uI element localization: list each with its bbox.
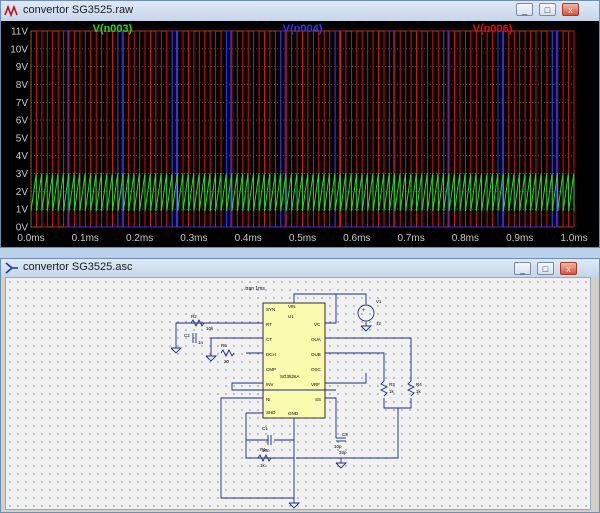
ic-pin-osc: OSC — [311, 367, 322, 372]
resistor-r4[interactable]: R4 1k — [406, 380, 422, 397]
y-tick-label: 6V — [16, 116, 29, 127]
schematic-app-icon — [5, 262, 18, 274]
tran-directive[interactable]: .tran 1ms — [244, 286, 265, 292]
y-tick-label: 3V — [16, 169, 29, 180]
ic-pin-vin: VIN — [288, 304, 296, 309]
x-tick-label: 0.1ms — [72, 233, 99, 244]
ic-pin-shd: SHD — [266, 410, 276, 415]
ic-pin-vrf: VRF — [311, 382, 320, 387]
waveform-app-icon — [4, 4, 18, 18]
y-tick-label: 8V — [16, 80, 29, 91]
ic-pin-ss: SS — [315, 397, 321, 402]
maximize-button[interactable]: □ — [537, 262, 554, 275]
y-tick-label: 11V — [11, 27, 28, 38]
y-tick-label: 7V — [16, 98, 29, 109]
schematic-window-title: convertor SG3525.asc — [23, 261, 133, 273]
x-tick-label: 0.5ms — [289, 233, 316, 244]
ic-pin-vc: VC — [314, 322, 321, 327]
svg-text:R4: R4 — [416, 382, 422, 387]
waveform-plot-pane[interactable]: 0.0ms 0.1ms 0.2ms 0.3ms 0.4ms 0.5ms 0.6ms 0.7ms… — [1, 21, 599, 247]
schematic-window[interactable]: convertor SG3525.asc _ □ x .tran 1ms VIN… — [0, 258, 600, 513]
resistor-r3[interactable]: R3 1k — [379, 380, 395, 397]
ic-pin-gnd: GND — [288, 411, 299, 416]
svg-text:C2: C2 — [184, 333, 190, 338]
schematic-drawing[interactable]: .tran 1ms VIN U1 SG3526A GND SYN RT CT D… — [6, 278, 592, 511]
x-tick-label: 0.9ms — [506, 233, 533, 244]
resistor-r2[interactable]: R2 10k — [190, 314, 214, 331]
ic-pin-oua: OUA — [311, 337, 321, 342]
series-line-Vn003 — [30, 173, 575, 212]
capacitor-c2[interactable]: C2 1n — [184, 333, 204, 345]
svg-text:10k: 10k — [206, 326, 214, 331]
svg-text:R2: R2 — [191, 314, 197, 319]
legend-label: V(n006) — [473, 23, 513, 35]
legend-label: V(n004) — [283, 23, 323, 35]
ic-ref: U1 — [288, 314, 294, 319]
schematic-titlebar[interactable]: convertor SG3525.asc _ □ x — [1, 259, 599, 277]
x-tick-label: 0.6ms — [343, 233, 370, 244]
svg-text:1k: 1k — [389, 389, 395, 394]
x-tick-label: 0.2ms — [126, 233, 153, 244]
minimize-button[interactable]: _ — [514, 262, 531, 275]
y-tick-label: 2V — [16, 187, 29, 198]
y-tick-label: 4V — [16, 151, 29, 162]
series-line-Vn006 — [35, 30, 575, 228]
x-tick-label: 0.8ms — [452, 233, 479, 244]
voltage-source-v1[interactable]: + V1 12 — [357, 299, 382, 326]
svg-text:1n: 1n — [198, 340, 204, 345]
legend-label: V(n003) — [93, 23, 133, 35]
y-tick-label: 10V — [10, 44, 28, 55]
svg-text:1k: 1k — [260, 463, 266, 468]
y-tick-label: 5V — [16, 133, 29, 144]
ic-pin-oub: OUB — [311, 352, 321, 357]
waveform-window-title: convertor SG3525.raw — [23, 4, 134, 16]
resistor-r6[interactable]: R6 20 — [220, 343, 235, 364]
ic-pin-syn: SYN — [266, 307, 275, 312]
waveform-chart[interactable]: 0.0ms 0.1ms 0.2ms 0.3ms 0.4ms 0.5ms 0.6ms 0.7ms… — [1, 21, 599, 247]
x-tick-label: 1.0ms — [560, 233, 587, 244]
y-tick-label: 0V — [16, 223, 29, 234]
ic-pin-rt: RT — [266, 322, 272, 327]
x-tick-label: 0.4ms — [235, 233, 262, 244]
svg-text:12: 12 — [376, 321, 382, 326]
ic-pin-inv: INV — [266, 382, 274, 387]
svg-text:20: 20 — [224, 359, 230, 364]
ic-part-name: SG3526A — [280, 374, 300, 379]
svg-text:10p: 10p — [334, 444, 342, 449]
close-button[interactable]: x — [562, 3, 579, 16]
y-tick-label: 9V — [16, 62, 29, 73]
x-tick-label: 0.0ms — [17, 233, 44, 244]
waveform-window[interactable]: convertor SG3525.raw _ □ x 0.0ms 0.1ms 0.2… — [0, 0, 600, 248]
svg-text:V1: V1 — [376, 299, 382, 304]
x-tick-label: 0.3ms — [180, 233, 207, 244]
close-button[interactable]: x — [560, 262, 577, 275]
svg-text:+: + — [362, 308, 366, 314]
waveform-titlebar[interactable]: convertor SG3525.raw _ □ x — [1, 1, 599, 21]
svg-text:1k: 1k — [416, 389, 422, 394]
maximize-button[interactable]: □ — [539, 3, 556, 16]
svg-text:R6: R6 — [221, 343, 227, 348]
svg-text:C3: C3 — [342, 432, 348, 437]
svg-text:R3: R3 — [389, 382, 395, 387]
svg-text:R1: R1 — [260, 447, 266, 452]
svg-text:C1: C1 — [262, 426, 268, 431]
ic-pin-cmp: CMP — [266, 367, 276, 372]
x-tick-label: 0.7ms — [397, 233, 424, 244]
minimize-button[interactable]: _ — [516, 3, 533, 16]
ic-pin-ni: NI — [266, 397, 271, 402]
schematic-canvas[interactable]: .tran 1ms VIN U1 SG3526A GND SYN RT CT D… — [5, 277, 591, 510]
svg-text:33p: 33p — [339, 450, 347, 455]
y-tick-label: 1V — [16, 205, 29, 216]
ic-pin-dch: DCH — [266, 352, 276, 357]
ic-pin-ct: CT — [266, 337, 272, 342]
